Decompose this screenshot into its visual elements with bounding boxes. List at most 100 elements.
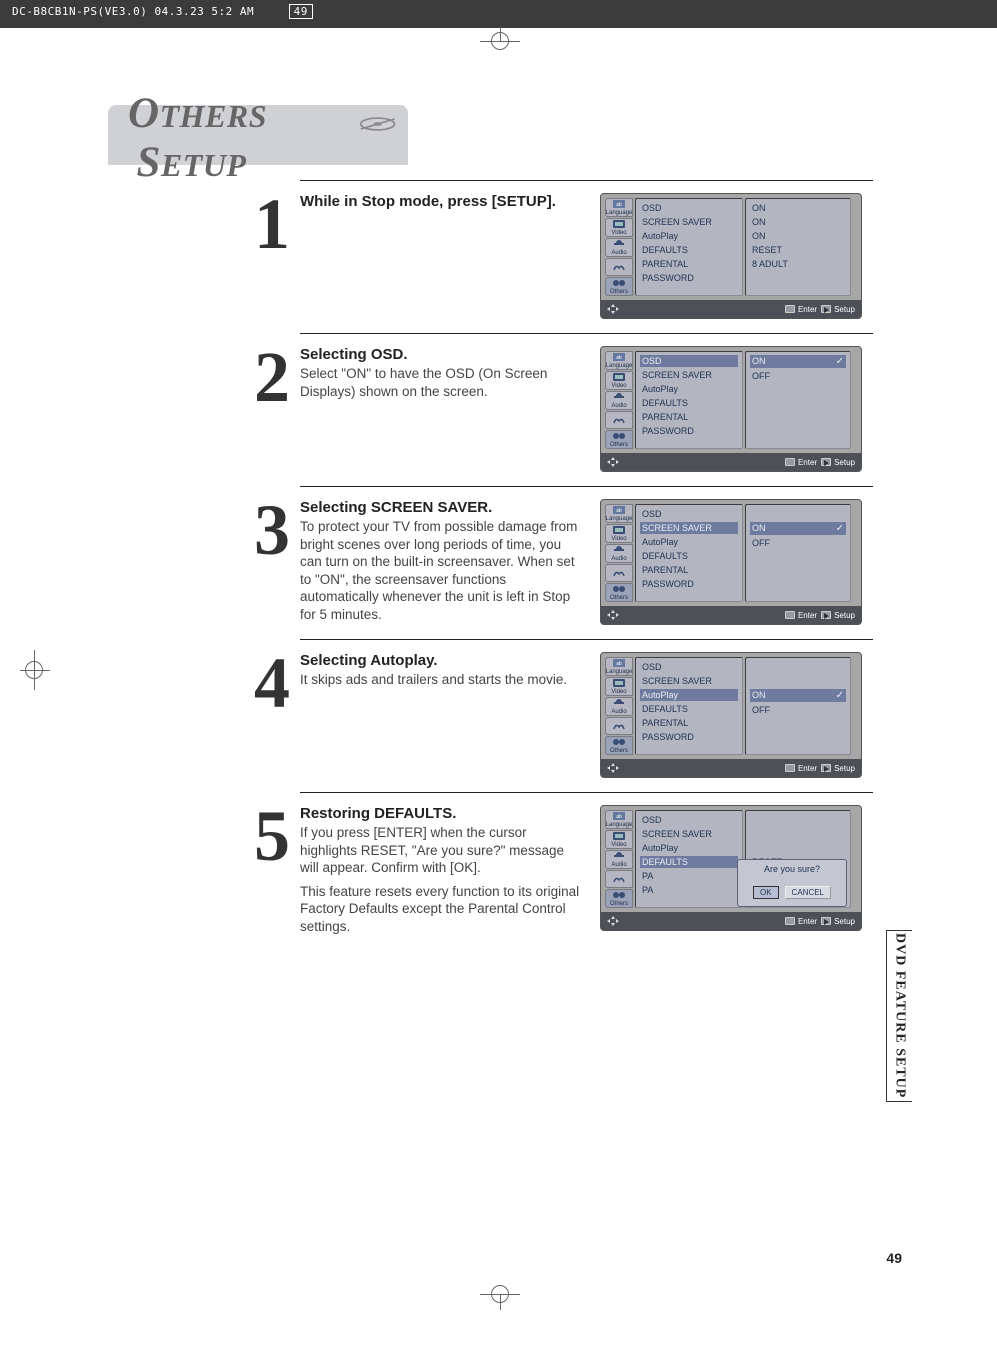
enter-icon xyxy=(785,764,795,772)
osd-tab-others[interactable]: Others xyxy=(605,277,633,296)
step-body: If you press [ENTER] when the cursor hig… xyxy=(300,824,584,877)
menu-value[interactable]: ON xyxy=(750,202,846,214)
menu-item[interactable]: AutoPlay xyxy=(640,383,738,395)
tab-icon xyxy=(612,278,626,288)
menu-item[interactable]: PASSWORD xyxy=(640,731,738,743)
menu-item[interactable]: PARENTAL xyxy=(640,564,738,576)
step-title: Selecting OSD. xyxy=(300,346,584,363)
osd-tab-language[interactable]: abLanguage xyxy=(605,810,633,829)
osd-tab-video[interactable]: Video xyxy=(605,218,633,237)
step-row: 5Restoring DEFAULTS.If you press [ENTER]… xyxy=(110,793,873,949)
menu-item[interactable]: PASSWORD xyxy=(640,425,738,437)
osd-tab-language[interactable]: abLanguage xyxy=(605,657,633,676)
menu-value[interactable]: ON xyxy=(750,216,846,228)
osd-tab-blank[interactable] xyxy=(605,411,633,429)
osd-menu-list: OSD SCREEN SAVER AutoPlay DEFAULTS PARENTAL P… xyxy=(635,504,743,602)
section-title-bar: OTHERS SETUP xyxy=(108,105,408,165)
osd-tab-blank[interactable] xyxy=(605,258,633,276)
osd-tab-others[interactable]: Others xyxy=(605,583,633,602)
check-icon: ✓ xyxy=(836,523,844,534)
tab-icon xyxy=(612,262,626,272)
menu-value[interactable]: 8 ADULT xyxy=(750,258,846,270)
menu-item[interactable]: OSD xyxy=(640,814,738,826)
osd-menu-list: OSD SCREEN SAVER AutoPlay DEFAULTS PA PA xyxy=(635,810,743,908)
cancel-button[interactable]: CANCEL xyxy=(785,886,831,899)
menu-item[interactable]: OSD xyxy=(640,355,738,367)
menu-item[interactable]: AutoPlay xyxy=(640,230,738,242)
tab-icon xyxy=(612,874,626,884)
ok-button[interactable]: OK xyxy=(753,886,779,899)
menu-item[interactable]: SCREEN SAVER xyxy=(640,216,738,228)
osd-value-list: ON✓ OFF xyxy=(745,657,851,755)
osd-tab-blank[interactable] xyxy=(605,717,633,735)
menu-item[interactable]: OSD xyxy=(640,202,738,214)
osd-footer: EnterSetup xyxy=(601,759,861,777)
osd-tab-audio[interactable]: Audio xyxy=(605,697,633,716)
osd-tab-others[interactable]: Others xyxy=(605,889,633,908)
menu-item[interactable]: SCREEN SAVER xyxy=(640,675,738,687)
osd-tab-audio[interactable]: Audio xyxy=(605,850,633,869)
menu-value[interactable]: OFF xyxy=(750,370,846,382)
menu-item[interactable]: OSD xyxy=(640,661,738,673)
menu-value[interactable]: OFF xyxy=(750,537,846,549)
menu-item[interactable]: PA xyxy=(640,870,738,882)
step-number: 2 xyxy=(254,352,290,402)
menu-item[interactable]: SCREEN SAVER xyxy=(640,522,738,534)
menu-value[interactable]: ON✓ xyxy=(750,522,846,535)
menu-item[interactable]: PASSWORD xyxy=(640,578,738,590)
osd-tab-others[interactable]: Others xyxy=(605,736,633,755)
step-title: Selecting Autoplay. xyxy=(300,652,584,669)
menu-item[interactable]: SCREEN SAVER xyxy=(640,369,738,381)
menu-item[interactable]: DEFAULTS xyxy=(640,397,738,409)
menu-value[interactable]: RESET xyxy=(750,244,846,256)
osd-tab-others[interactable]: Others xyxy=(605,430,633,449)
page-mark: 49 xyxy=(289,4,313,19)
osd-tab-video[interactable]: Video xyxy=(605,524,633,543)
menu-item[interactable]: DEFAULTS xyxy=(640,856,738,868)
svg-text:ab: ab xyxy=(616,814,622,820)
menu-item[interactable]: PARENTAL xyxy=(640,717,738,729)
osd-value-list: ON ON ON RESET 8 ADULT xyxy=(745,198,851,296)
tab-icon: ab xyxy=(612,352,626,362)
setup-hint: Setup xyxy=(821,764,855,773)
menu-item[interactable]: AutoPlay xyxy=(640,842,738,854)
menu-value[interactable]: ON xyxy=(750,230,846,242)
osd-value-list: ON✓ OFF xyxy=(745,351,851,449)
menu-item[interactable]: AutoPlay xyxy=(640,536,738,548)
osd-tab-video[interactable]: Video xyxy=(605,677,633,696)
osd-tab-language[interactable]: abLanguage xyxy=(605,351,633,370)
osd-tab-audio[interactable]: Audio xyxy=(605,391,633,410)
osd-tab-blank[interactable] xyxy=(605,870,633,888)
osd-tab-language[interactable]: abLanguage xyxy=(605,198,633,217)
setup-hint: Setup xyxy=(821,611,855,620)
step-number: 1 xyxy=(254,199,290,249)
osd-tab-video[interactable]: Video xyxy=(605,830,633,849)
menu-item[interactable]: PARENTAL xyxy=(640,258,738,270)
menu-value[interactable]: ON✓ xyxy=(750,689,846,702)
svg-text:ab: ab xyxy=(616,661,622,667)
menu-item[interactable]: DEFAULTS xyxy=(640,244,738,256)
enter-icon xyxy=(785,611,795,619)
menu-item[interactable]: DEFAULTS xyxy=(640,550,738,562)
step-body: Select "ON" to have the OSD (On Screen D… xyxy=(300,365,584,400)
osd-tab-audio[interactable]: Audio xyxy=(605,544,633,563)
osd-tab-blank[interactable] xyxy=(605,564,633,582)
scan-header: DC-B8CB1N-PS(VE3.0) 04.3.23 5:2 AM 49 xyxy=(0,0,997,28)
menu-item[interactable]: OSD xyxy=(640,508,738,520)
menu-item[interactable]: PARENTAL xyxy=(640,411,738,423)
menu-item[interactable]: PA xyxy=(640,884,738,896)
osd-tab-audio[interactable]: Audio xyxy=(605,238,633,257)
menu-value[interactable]: OFF xyxy=(750,704,846,716)
menu-item[interactable]: AutoPlay xyxy=(640,689,738,701)
osd-tab-strip: abLanguageVideoAudio Others xyxy=(605,198,633,296)
osd-tab-language[interactable]: abLanguage xyxy=(605,504,633,523)
tab-icon xyxy=(612,392,626,402)
step-number: 4 xyxy=(254,658,290,708)
menu-item[interactable]: DEFAULTS xyxy=(640,703,738,715)
setup-icon xyxy=(821,458,831,466)
menu-value[interactable]: ON✓ xyxy=(750,355,846,368)
menu-item[interactable]: SCREEN SAVER xyxy=(640,828,738,840)
tab-icon xyxy=(612,545,626,555)
menu-item[interactable]: PASSWORD xyxy=(640,272,738,284)
osd-tab-video[interactable]: Video xyxy=(605,371,633,390)
